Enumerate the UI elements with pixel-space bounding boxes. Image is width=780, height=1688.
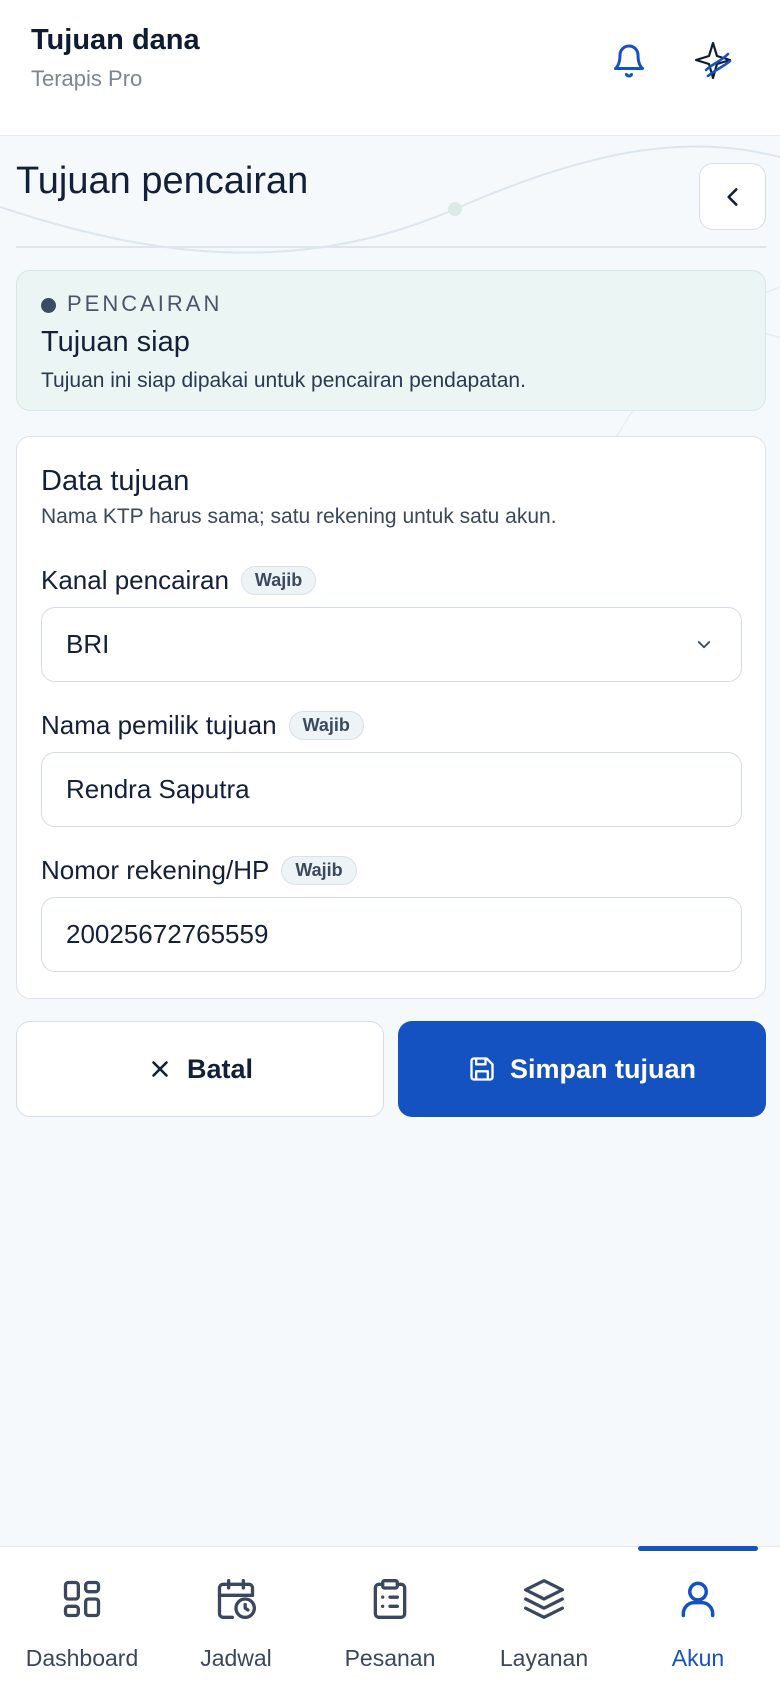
nav-item-layanan[interactable]: Layanan (466, 1547, 622, 1688)
nav-label-pesanan: Pesanan (344, 1645, 436, 1671)
app-subtitle: Terapis Pro (31, 66, 143, 91)
account-number-input[interactable]: 20025672765559 (41, 897, 742, 972)
nav-item-jadwal[interactable]: Jadwal (158, 1547, 314, 1688)
clipboard-list-icon (312, 1577, 468, 1629)
channel-select-value: BRI (66, 629, 110, 659)
page-title: Tujuan pencairan (16, 160, 309, 202)
status-title: Tujuan siap (41, 326, 190, 358)
brand-logo-icon[interactable] (690, 38, 736, 84)
owner-label-text: Nama pemilik tujuan (41, 710, 277, 740)
channel-label-text: Kanal pencairan (41, 565, 229, 595)
form-title: Data tujuan (41, 465, 190, 497)
bottom-nav: Dashboard Jadwal Pesanan Layanan Akun (0, 1546, 780, 1688)
status-dot (41, 298, 56, 313)
nav-item-pesanan[interactable]: Pesanan (312, 1547, 468, 1688)
nav-item-dashboard[interactable]: Dashboard (4, 1547, 160, 1688)
divider (16, 246, 766, 248)
required-badge: Wajib (240, 566, 317, 595)
nav-label-akun: Akun (671, 1645, 725, 1671)
number-label-text: Nomor rekening/HP (41, 855, 270, 885)
nav-item-akun[interactable]: Akun (620, 1547, 776, 1688)
owner-label: Nama pemilik tujuan Wajib (41, 710, 364, 741)
dashboard-icon (4, 1577, 160, 1629)
bell-icon[interactable] (606, 38, 652, 84)
owner-name-value: Rendra Saputra (66, 774, 250, 804)
save-icon (470, 1057, 494, 1081)
number-label: Nomor rekening/HP Wajib (41, 855, 357, 886)
owner-name-input[interactable]: Rendra Saputra (41, 752, 742, 827)
layers-icon (466, 1577, 622, 1629)
app-header: Tujuan dana Terapis Pro (0, 0, 780, 136)
account-number-value: 20025672765559 (66, 919, 269, 949)
chevron-left-icon (726, 187, 738, 206)
destination-form: Data tujuan Nama KTP harus sama; satu re… (16, 436, 766, 999)
required-badge: Wajib (288, 711, 364, 740)
nav-label-dashboard: Dashboard (25, 1645, 139, 1671)
form-subtitle: Nama KTP harus sama; satu rekening untuk… (41, 505, 557, 528)
cancel-button[interactable]: Batal (16, 1021, 384, 1117)
back-button[interactable] (699, 163, 766, 230)
save-button-label: Simpan tujuan (509, 1053, 696, 1084)
cancel-button-label: Batal (186, 1053, 254, 1084)
nav-label-layanan: Layanan (499, 1645, 589, 1671)
channel-label: Kanal pencairan Wajib (41, 565, 317, 596)
status-eyebrow: PENCAIRAN (67, 291, 223, 316)
nav-label-jadwal: Jadwal (200, 1645, 272, 1671)
user-icon (620, 1577, 776, 1629)
required-badge: Wajib (281, 856, 357, 885)
app-title: Tujuan dana (31, 24, 200, 56)
chevron-down-icon (697, 641, 711, 649)
calendar-clock-icon (158, 1577, 314, 1629)
save-button[interactable]: Simpan tujuan (398, 1021, 766, 1117)
status-description: Tujuan ini siap dipakai untuk pencairan … (41, 369, 526, 392)
close-icon (152, 1061, 168, 1077)
channel-select[interactable]: BRI (41, 607, 742, 682)
status-card: PENCAIRAN Tujuan siap Tujuan ini siap di… (16, 270, 766, 411)
